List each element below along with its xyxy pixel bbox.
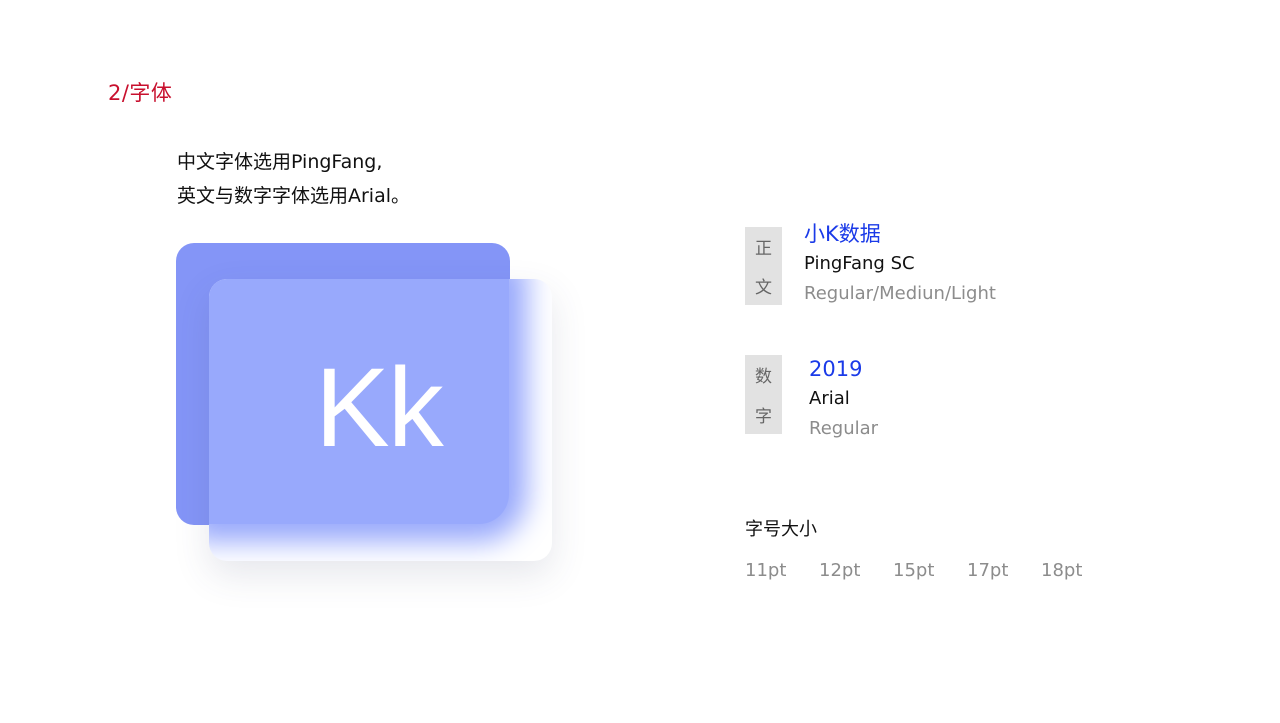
digit-font-tag: 数 字 xyxy=(745,355,782,434)
digit-font-info: 2019 Arial Regular xyxy=(809,354,878,444)
body-font-tag-char-2: 文 xyxy=(755,278,772,298)
intro-text: 中文字体选用PingFang, 英文与数字字体选用Arial。 xyxy=(177,145,410,213)
intro-line-1: 中文字体选用PingFang, xyxy=(177,151,383,173)
body-font-tag-char-1: 正 xyxy=(755,239,772,259)
digit-font-tag-char-2: 字 xyxy=(755,406,772,427)
intro-line-2: 英文与数字字体选用Arial。 xyxy=(177,185,411,207)
font-size-item: 15pt xyxy=(893,560,935,581)
digit-font-sample: 2019 xyxy=(809,357,863,381)
body-font-weights: Regular/Mediun/Light xyxy=(804,283,996,304)
body-font-name: PingFang SC xyxy=(804,253,915,274)
card-letters: Kk xyxy=(315,345,444,470)
font-size-item: 18pt xyxy=(1041,560,1083,581)
digit-font-tag-char-1: 数 xyxy=(755,367,772,388)
font-size-item: 11pt xyxy=(745,560,787,581)
section-title: 2/字体 xyxy=(108,81,173,105)
font-size-item: 12pt xyxy=(819,560,861,581)
digit-font-weights: Regular xyxy=(809,418,879,439)
font-size-item: 17pt xyxy=(967,560,1009,581)
digit-font-name: Arial xyxy=(809,388,850,409)
font-size-heading: 字号大小 xyxy=(745,519,817,540)
page: 2/字体 中文字体选用PingFang, 英文与数字字体选用Arial。 Kk … xyxy=(0,0,1280,723)
body-font-sample: 小K数据 xyxy=(804,222,881,246)
body-font-tag: 正 文 xyxy=(745,227,782,305)
font-size-list: 11pt 12pt 15pt 17pt 18pt xyxy=(745,560,1115,581)
body-font-info: 小K数据 PingFang SC Regular/Mediun/Light xyxy=(804,219,996,309)
